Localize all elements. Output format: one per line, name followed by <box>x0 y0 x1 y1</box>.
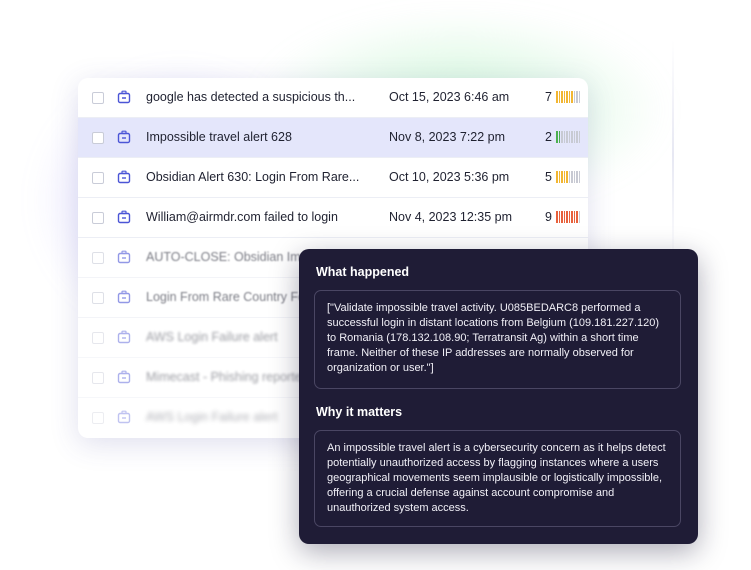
row-checkbox[interactable] <box>92 252 104 264</box>
alert-title: William@airmdr.com failed to login <box>146 210 338 224</box>
alert-date: Oct 10, 2023 5:36 pm <box>389 170 510 184</box>
alert-details-panel: What happened ["Validate impossible trav… <box>299 249 698 544</box>
why-it-matters-heading: Why it matters <box>316 405 403 419</box>
severity-tick <box>568 131 570 143</box>
severity-tick <box>578 171 580 183</box>
briefcase-icon <box>117 370 131 384</box>
row-checkbox[interactable] <box>92 212 104 224</box>
row-checkbox[interactable] <box>92 412 104 424</box>
severity-tick <box>561 131 563 143</box>
severity-tick <box>576 131 578 143</box>
severity-tick <box>571 91 573 103</box>
briefcase-icon <box>117 250 131 264</box>
severity-tick <box>563 211 565 223</box>
alert-score: 7 <box>545 90 552 104</box>
severity-tick <box>561 211 563 223</box>
severity-tick <box>573 91 575 103</box>
severity-tick <box>568 171 570 183</box>
what-happened-heading: What happened <box>316 265 410 279</box>
severity-meter <box>556 171 580 183</box>
severity-tick <box>561 91 563 103</box>
severity-tick <box>556 91 558 103</box>
alert-title: Impossible travel alert 628 <box>146 130 292 144</box>
alert-date: Oct 15, 2023 6:46 am <box>389 90 510 104</box>
severity-tick <box>566 211 568 223</box>
severity-tick <box>578 211 580 223</box>
briefcase-icon <box>117 170 131 184</box>
row-checkbox[interactable] <box>92 132 104 144</box>
severity-tick <box>561 171 563 183</box>
severity-meter <box>556 91 580 103</box>
severity-tick <box>556 131 558 143</box>
severity-tick <box>573 131 575 143</box>
severity-tick <box>576 171 578 183</box>
severity-tick <box>571 131 573 143</box>
alert-date: Nov 4, 2023 12:35 pm <box>389 210 512 224</box>
why-it-matters-text: An impossible travel alert is a cybersec… <box>314 430 681 527</box>
briefcase-icon <box>117 210 131 224</box>
severity-tick <box>563 91 565 103</box>
severity-tick <box>556 171 558 183</box>
briefcase-icon <box>117 410 131 424</box>
severity-tick <box>556 211 558 223</box>
table-row[interactable]: Obsidian Alert 630: Login From Rare... O… <box>78 158 588 198</box>
row-checkbox[interactable] <box>92 172 104 184</box>
severity-tick <box>573 211 575 223</box>
alert-score: 2 <box>545 130 552 144</box>
severity-tick <box>571 171 573 183</box>
briefcase-icon <box>117 330 131 344</box>
table-row[interactable]: William@airmdr.com failed to login Nov 4… <box>78 198 588 238</box>
severity-tick <box>558 211 560 223</box>
briefcase-icon <box>117 290 131 304</box>
severity-tick <box>568 91 570 103</box>
severity-tick <box>571 211 573 223</box>
severity-tick <box>578 91 580 103</box>
severity-tick <box>578 131 580 143</box>
severity-tick <box>576 91 578 103</box>
row-checkbox[interactable] <box>92 332 104 344</box>
severity-tick <box>573 171 575 183</box>
severity-tick <box>566 171 568 183</box>
alert-score: 5 <box>545 170 552 184</box>
briefcase-icon <box>117 90 131 104</box>
what-happened-text: ["Validate impossible travel activity. U… <box>314 290 681 389</box>
row-checkbox[interactable] <box>92 92 104 104</box>
severity-meter <box>556 131 580 143</box>
table-row-selected[interactable]: Impossible travel alert 628 Nov 8, 2023 … <box>78 118 588 158</box>
severity-meter <box>556 211 580 223</box>
severity-tick <box>566 131 568 143</box>
alert-score: 9 <box>545 210 552 224</box>
severity-tick <box>576 211 578 223</box>
severity-tick <box>563 131 565 143</box>
briefcase-icon <box>117 130 131 144</box>
row-checkbox[interactable] <box>92 372 104 384</box>
alert-date: Nov 8, 2023 7:22 pm <box>389 130 506 144</box>
table-row[interactable]: google has detected a suspicious th... O… <box>78 78 588 118</box>
alert-title: google has detected a suspicious th... <box>146 90 356 104</box>
severity-tick <box>566 91 568 103</box>
severity-tick <box>558 131 560 143</box>
background-divider <box>672 40 674 270</box>
severity-tick <box>568 211 570 223</box>
alert-title: Obsidian Alert 630: Login From Rare... <box>146 170 360 184</box>
severity-tick <box>563 171 565 183</box>
row-checkbox[interactable] <box>92 292 104 304</box>
severity-tick <box>558 91 560 103</box>
stage: google has detected a suspicious th... O… <box>0 0 751 570</box>
severity-tick <box>558 171 560 183</box>
